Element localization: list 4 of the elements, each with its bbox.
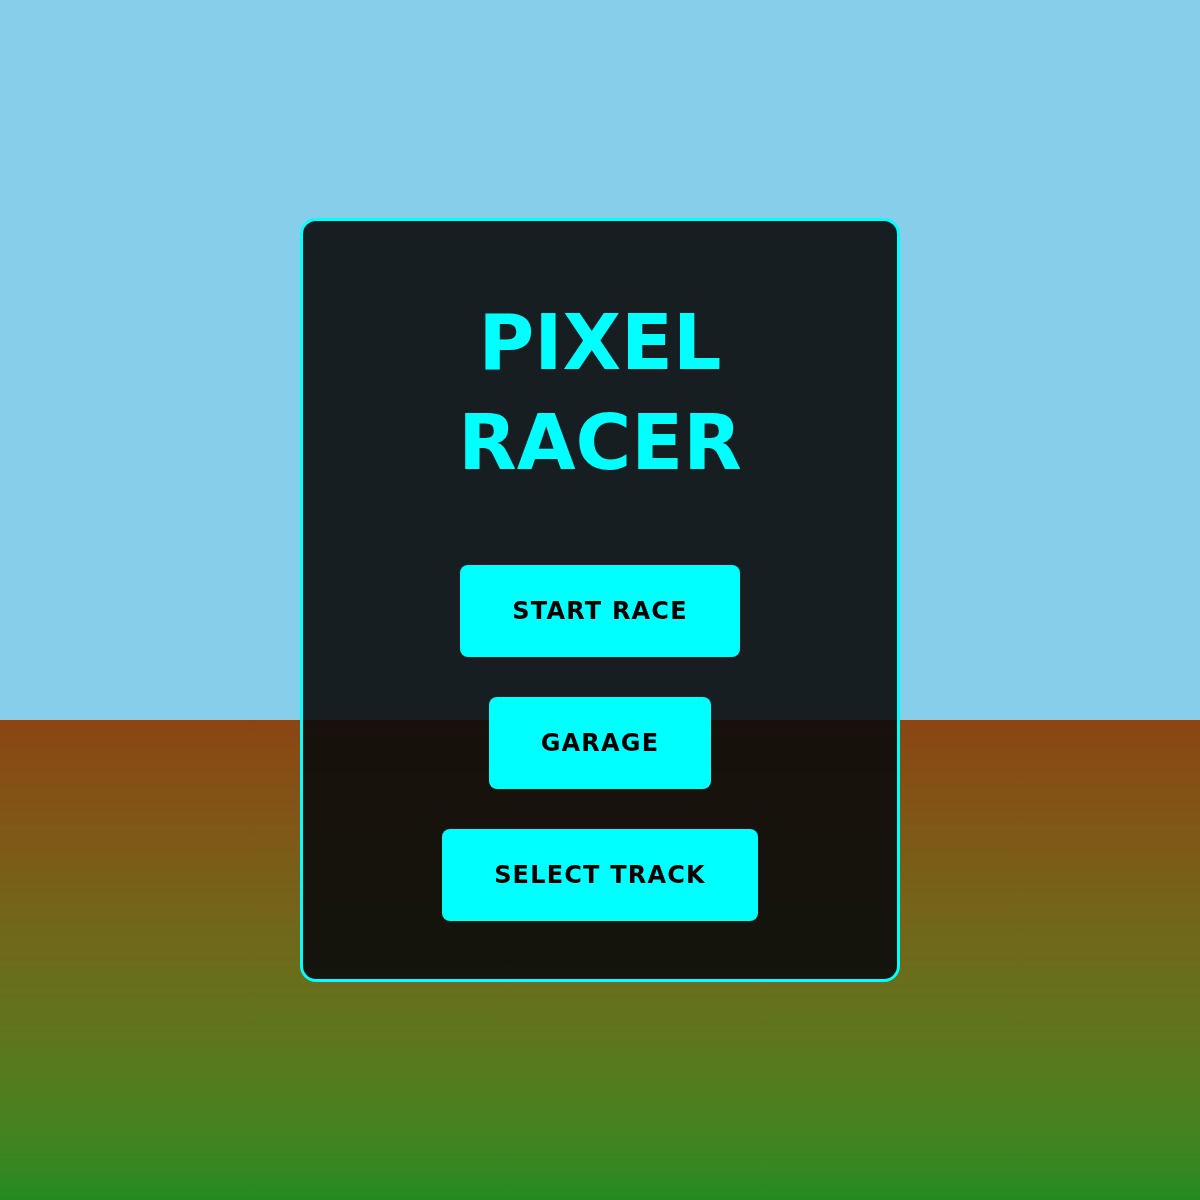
game-title: PIXEL RACER: [457, 297, 743, 489]
menu-button[interactable]: SELECT TRACK: [442, 829, 758, 921]
menu-button[interactable]: GARAGE: [488, 697, 712, 789]
menu-button[interactable]: START RACE: [460, 565, 740, 657]
